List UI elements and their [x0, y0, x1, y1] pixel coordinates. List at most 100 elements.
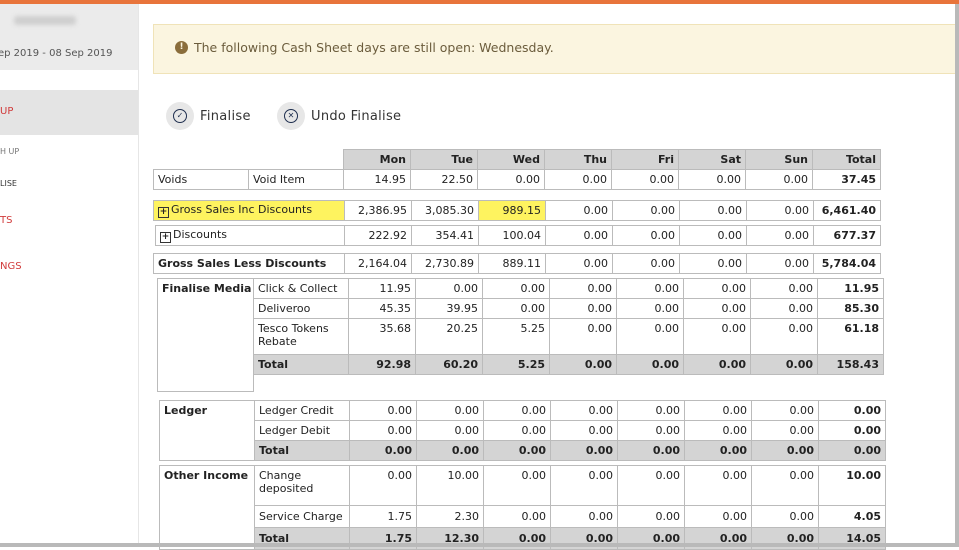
value-cell: 0.00: [544, 169, 612, 190]
value-cell: 0.00: [549, 278, 617, 299]
alert-message: The following Cash Sheet days are still …: [194, 40, 554, 55]
total-cell: 0.00: [818, 440, 886, 461]
value-cell: 35.68: [348, 318, 416, 355]
media-row-label: Deliveroo: [253, 298, 349, 319]
voids-row: Voids Void Item 14.95 22.50 0.00 0.00 0.…: [153, 169, 881, 190]
value-cell: 0.00: [549, 298, 617, 319]
ledger-table: Ledger Ledger Credit 0.00 0.00 0.00 0.00…: [159, 400, 886, 461]
value-cell: 0.00: [416, 400, 484, 421]
day-header: Thu: [544, 149, 612, 170]
discounts-label-cell[interactable]: + Discounts: [155, 225, 345, 246]
exclamation-icon: !: [175, 41, 188, 54]
value-cell: 0.00: [612, 200, 680, 221]
media-spacer-row: [158, 375, 884, 392]
media-row-label: Click & Collect: [253, 278, 349, 299]
total-label: Total: [254, 526, 350, 550]
value-cell: 0.00: [684, 504, 752, 528]
total-cell: 5,784.04: [813, 253, 881, 274]
value-cell: 354.41: [411, 225, 479, 246]
gross-less-label: Gross Sales Less Discounts: [153, 253, 345, 274]
discounts-row[interactable]: + Discounts 222.92 354.41 100.04 0.00 0.0…: [155, 225, 881, 246]
value-cell: 0.00: [477, 169, 545, 190]
voids-label: Voids: [153, 169, 249, 190]
store-name-blurred: [14, 16, 76, 25]
value-cell: 0.00: [415, 278, 483, 299]
value-cell: 0.00: [549, 354, 617, 375]
value-cell: 1.75: [349, 504, 417, 528]
value-cell: 0.00: [483, 400, 551, 421]
expand-icon[interactable]: +: [158, 207, 169, 218]
value-cell: 60.20: [415, 354, 483, 375]
open-days-alert: ! The following Cash Sheet days are stil…: [153, 24, 957, 74]
sidebar-header: ep 2019 - 08 Sep 2019: [0, 4, 138, 70]
value-cell: 0.00: [745, 169, 813, 190]
media-row: Deliveroo 45.35 39.95 0.00 0.00 0.00 0.0…: [158, 298, 884, 319]
value-cell: 0.00: [611, 169, 679, 190]
value-cell: 0.00: [349, 465, 417, 506]
value-cell: 0.00: [612, 253, 680, 274]
value-cell: 2,730.89: [411, 253, 479, 274]
other-income-row: Other Income Change deposited 0.00 10.00…: [159, 465, 886, 550]
sidebar-subitem-cashup[interactable]: H UP: [0, 147, 19, 156]
value-cell: 0.00: [483, 504, 551, 528]
total-cell: 677.37: [813, 225, 881, 246]
media-total-row: Total 92.98 60.20 5.25 0.00 0.00 0.00 0.…: [158, 354, 884, 375]
value-cell: 0.00: [683, 354, 751, 375]
value-cell: 0.00: [750, 318, 818, 355]
value-cell: 3,085.30: [411, 200, 479, 221]
total-cell: 11.95: [817, 278, 884, 299]
value-cell: 0.00: [349, 420, 417, 441]
undo-finalise-label: Undo Finalise: [311, 108, 402, 124]
ledger-row-label: Ledger Debit: [254, 420, 350, 441]
close-icon: ✕: [284, 109, 298, 123]
expand-icon[interactable]: +: [160, 232, 171, 243]
total-cell: 37.45: [812, 169, 881, 190]
value-cell: 0.00: [750, 278, 818, 299]
value-cell: 100.04: [478, 225, 546, 246]
undo-finalise-button[interactable]: ✕ Undo Finalise: [277, 101, 401, 131]
value-cell: 0.00: [750, 298, 818, 319]
value-cell: 0.00: [550, 440, 618, 461]
value-cell: 1.75: [349, 526, 417, 550]
value-cell: 0.00: [616, 318, 684, 355]
total-cell: 0.00: [818, 420, 886, 441]
sidebar-item-settings[interactable]: NGS: [0, 261, 22, 272]
value-cell: 0.00: [683, 318, 751, 355]
value-cell: 0.00: [616, 354, 684, 375]
value-cell: 2,386.95: [344, 200, 412, 221]
ledger-row-label: Ledger Credit: [254, 400, 350, 421]
value-cell: 0.00: [545, 200, 613, 221]
day-header: Total: [812, 149, 881, 170]
value-cell: 0.00: [679, 200, 747, 221]
check-icon: ✓: [173, 109, 187, 123]
other-income-table: Other Income Change deposited 0.00 10.00…: [159, 465, 886, 550]
value-cell: 0.00: [550, 420, 618, 441]
finalise-label: Finalise: [200, 108, 251, 124]
gross-inc-row[interactable]: + Gross Sales Inc Discounts 2,386.95 3,08…: [153, 200, 881, 221]
other-income-label: Other Income: [159, 465, 255, 550]
value-cell: 0.00: [746, 200, 814, 221]
gross-inc-label-cell[interactable]: + Gross Sales Inc Discounts: [153, 200, 345, 221]
value-cell: 0.00: [751, 400, 819, 421]
sidebar-item-active[interactable]: [0, 90, 138, 135]
value-cell: 0.00: [545, 253, 613, 274]
value-cell: 0.00: [483, 420, 551, 441]
value-cell: 0.00: [751, 440, 819, 461]
value-cell: 0.00: [482, 278, 550, 299]
finalise-button[interactable]: ✓ Finalise: [166, 101, 251, 131]
value-cell: 0.00: [684, 526, 752, 550]
day-header: Sun: [745, 149, 813, 170]
value-cell: 0.00: [349, 440, 417, 461]
sidebar-item-reports[interactable]: TS: [0, 215, 12, 226]
total-cell: 0.00: [818, 400, 886, 421]
sidebar-item-up[interactable]: UP: [0, 106, 13, 117]
total-cell: 6,461.40: [813, 200, 881, 221]
value-cell: 39.95: [415, 298, 483, 319]
value-cell: 0.00: [751, 504, 819, 528]
sidebar-subitem-finalise[interactable]: LISE: [0, 179, 17, 188]
value-cell: 2,164.04: [344, 253, 412, 274]
ledger-label: Ledger: [159, 400, 255, 461]
total-cell: 85.30: [817, 298, 884, 319]
value-cell: 0.00: [416, 420, 484, 441]
value-cell: 0.00: [750, 354, 818, 375]
